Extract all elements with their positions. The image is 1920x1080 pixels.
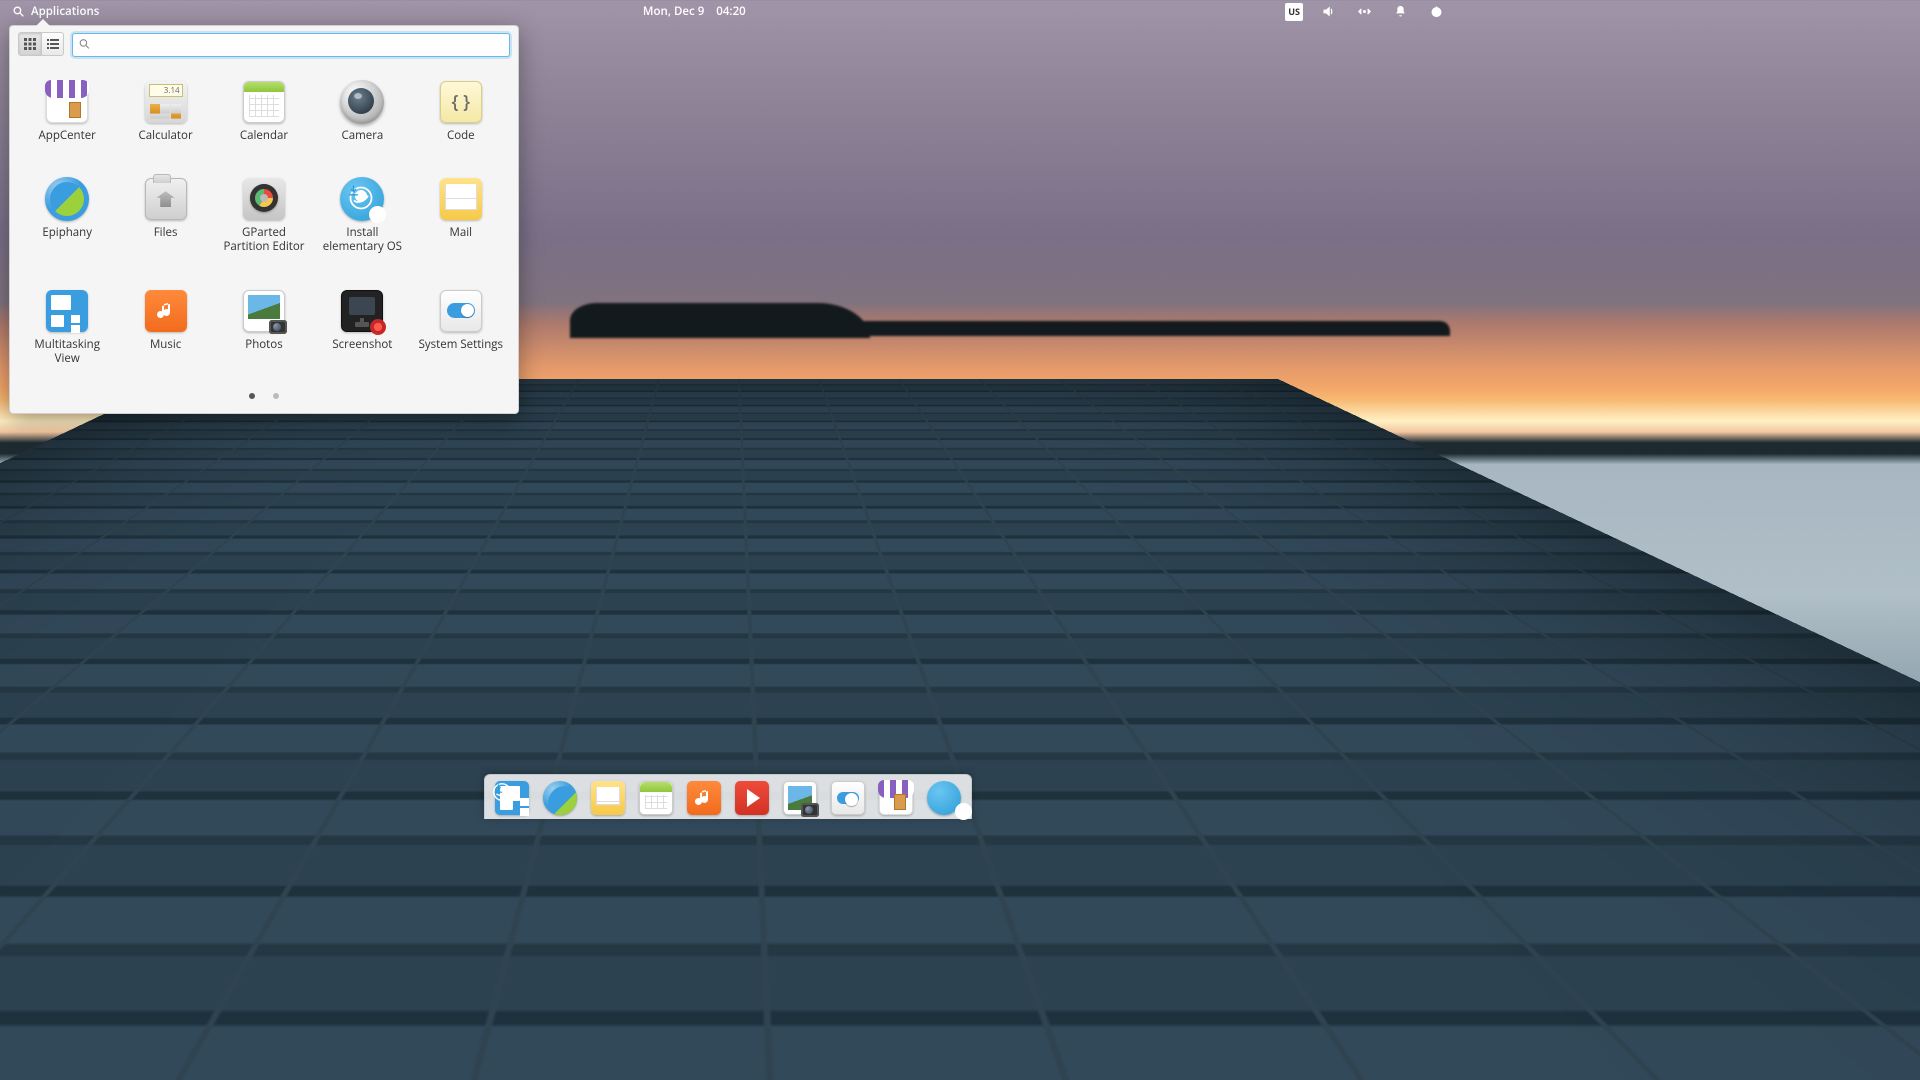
dock-photos[interactable] (781, 779, 819, 817)
mail-icon (438, 176, 484, 222)
system-settings-icon (438, 288, 484, 334)
app-label: Code (447, 129, 475, 143)
app-system-settings[interactable]: System Settings (414, 288, 508, 366)
install-elementary-icon (339, 176, 385, 222)
calculator-icon (143, 79, 189, 125)
panel-clock[interactable]: Mon, Dec 9 04:20 (643, 4, 746, 19)
photos-icon (783, 781, 817, 815)
dock-system-settings[interactable] (829, 779, 867, 817)
pager-dot-2[interactable] (273, 393, 279, 399)
files-icon (143, 176, 189, 222)
wallpaper-landmass (570, 303, 870, 338)
search-icon (78, 38, 91, 51)
popover-header (18, 32, 510, 57)
app-label: Calculator (139, 129, 193, 143)
sound-indicator[interactable] (1317, 3, 1339, 21)
panel-date: Mon, Dec 9 (643, 4, 704, 19)
calendar-icon (241, 79, 287, 125)
app-install-elementary[interactable]: Install elementary OS (315, 176, 409, 254)
view-mode-toggle (18, 32, 64, 56)
calendar-icon (639, 781, 673, 815)
grid-view-button[interactable] (19, 33, 41, 55)
network-indicator[interactable] (1353, 3, 1375, 21)
gparted-icon (241, 176, 287, 222)
volume-icon (1321, 4, 1336, 19)
app-mail[interactable]: Mail (414, 176, 508, 254)
app-music[interactable]: Music (118, 288, 212, 366)
list-icon (47, 38, 59, 50)
applications-label: Applications (31, 4, 99, 19)
dock-mail[interactable] (589, 779, 627, 817)
music-icon (687, 781, 721, 815)
pager-dot-1[interactable] (249, 393, 255, 399)
app-label: AppCenter (39, 129, 96, 143)
app-search-wrap (72, 32, 510, 57)
app-grid: AppCenter Calculator Calendar Camera { }… (18, 71, 510, 370)
app-label: Calendar (240, 129, 288, 143)
epiphany-icon (44, 176, 90, 222)
notifications-indicator[interactable] (1389, 3, 1411, 21)
app-epiphany[interactable]: Epiphany (20, 176, 114, 254)
app-pager (18, 393, 510, 399)
app-search-input[interactable] (72, 33, 510, 57)
keyboard-layout-indicator[interactable]: US (1285, 3, 1303, 21)
network-icon (1357, 4, 1372, 19)
music-icon (143, 288, 189, 334)
app-camera[interactable]: Camera (315, 79, 409, 143)
app-screenshot[interactable]: Screenshot (315, 288, 409, 366)
dock-epiphany[interactable] (541, 779, 579, 817)
dock (484, 774, 972, 819)
app-label: GParted Partition Editor (219, 226, 309, 254)
top-panel: Applications Mon, Dec 9 04:20 US (0, 0, 1455, 23)
applications-popover: AppCenter Calculator Calendar Camera { }… (9, 25, 519, 414)
epiphany-icon (543, 781, 577, 815)
power-icon (1429, 4, 1444, 19)
app-label: Multitasking View (22, 338, 112, 366)
dock-install-elementary[interactable] (925, 779, 963, 817)
appcenter-icon (44, 79, 90, 125)
dock-calendar[interactable] (637, 779, 675, 817)
app-label: Epiphany (42, 226, 92, 240)
app-photos[interactable]: Photos (217, 288, 311, 366)
search-icon (12, 5, 25, 18)
install-elementary-icon (927, 781, 961, 815)
bell-icon (1393, 4, 1408, 19)
app-label: Music (150, 338, 181, 352)
app-label: Files (154, 226, 178, 240)
photos-icon (241, 288, 287, 334)
system-settings-icon (831, 781, 865, 815)
app-label: Photos (245, 338, 282, 352)
system-tray: US (1285, 3, 1447, 21)
wallpaper-pier (128, 379, 1328, 819)
app-appcenter[interactable]: AppCenter (20, 79, 114, 143)
app-gparted[interactable]: GParted Partition Editor (217, 176, 311, 254)
app-label: System Settings (419, 338, 503, 352)
app-label: Mail (450, 226, 473, 240)
app-calendar[interactable]: Calendar (217, 79, 311, 143)
list-view-button[interactable] (41, 33, 63, 55)
dock-music[interactable] (685, 779, 723, 817)
app-files[interactable]: Files (118, 176, 212, 254)
camera-icon (339, 79, 385, 125)
dock-appcenter[interactable] (877, 779, 915, 817)
panel-time: 04:20 (716, 4, 745, 19)
app-label: Install elementary OS (317, 226, 407, 254)
app-label: Camera (341, 129, 383, 143)
screenshot-icon (339, 288, 385, 334)
code-icon: { } (438, 79, 484, 125)
app-label: Screenshot (332, 338, 392, 352)
videos-icon (735, 781, 769, 815)
grid-icon (24, 38, 36, 50)
app-multitasking-view[interactable]: Multitasking View (20, 288, 114, 366)
dock-videos[interactable] (733, 779, 771, 817)
app-calculator[interactable]: Calculator (118, 79, 212, 143)
mail-icon (591, 781, 625, 815)
app-code[interactable]: { } Code (414, 79, 508, 143)
session-indicator[interactable] (1425, 3, 1447, 21)
appcenter-icon (879, 781, 913, 815)
multitasking-icon (44, 288, 90, 334)
applications-menu-button[interactable]: Applications (8, 2, 103, 21)
